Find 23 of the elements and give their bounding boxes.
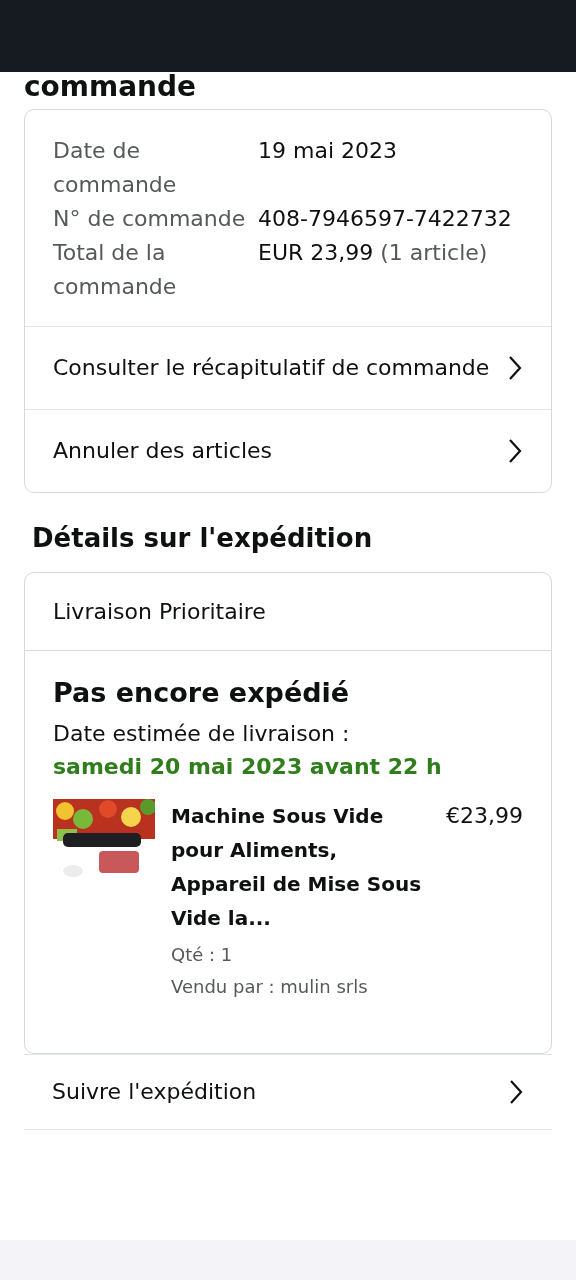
field-value: 408-7946597-7422732 [258,205,512,231]
seller: Vendu par : mulin srls [171,975,369,1000]
delivery-label: Date estimée de livraison : [53,720,351,749]
field-label: Date de commande [53,136,178,199]
field-label: Total de la commande [53,238,178,301]
menu-link[interactable]: Annuler des articles [25,408,551,492]
item-count: (1 article) [380,239,488,265]
chevron-right-icon [508,1079,524,1106]
field-value: EUR 23,99 [258,239,374,265]
section-heading: Détails sur l'expédition [32,521,374,555]
menu-link[interactable]: Consulter le récapitulatif de commande [25,325,551,409]
delivery-date: samedi 20 mai 2023 avant 22 h [53,753,443,782]
chevron-right-icon [507,437,523,464]
shipment-status: Pas encore expédié [53,675,351,710]
shipping-method: Livraison Prioritaire [25,572,551,651]
price: €23,99 [446,802,523,831]
quantity: Qté : 1 [171,943,234,968]
chevron-right-icon [507,354,523,381]
field-label: N° de commande [53,204,247,233]
product-title[interactable]: Machine Sous Vide pour Aliments, Appareil de Mise Sous Vide la... [171,799,430,936]
page-title: commande [24,72,198,103]
menu-link[interactable]: Suivre l'expédition [24,1054,552,1131]
field-value: 19 mai 2023 [258,137,397,163]
